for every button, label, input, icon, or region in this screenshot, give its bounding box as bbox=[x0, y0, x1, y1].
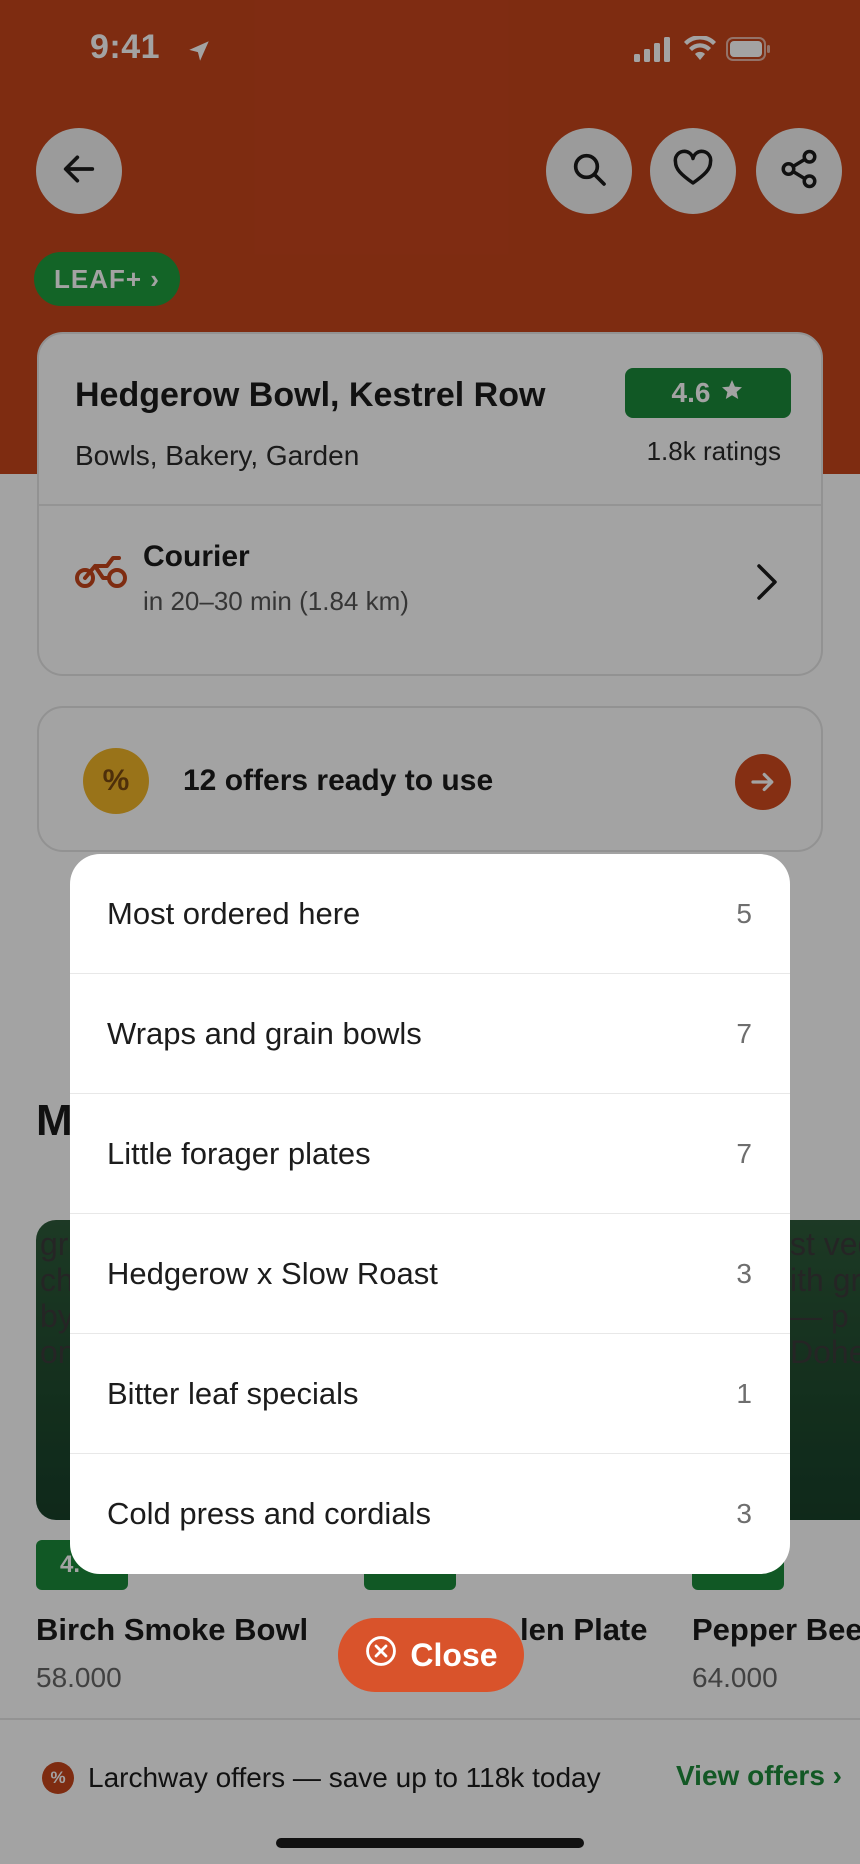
menu-category-count: 5 bbox=[736, 897, 752, 929]
menu-category-count: 3 bbox=[736, 1498, 752, 1529]
menu-category-item[interactable]: Cold press and cordials 3 bbox=[70, 1454, 790, 1574]
menu-category-count: 3 bbox=[736, 1257, 752, 1289]
menu-category-label: Little forager plates bbox=[107, 1135, 371, 1171]
close-menu-button[interactable]: Close bbox=[338, 1618, 524, 1692]
menu-category-count: 7 bbox=[736, 1017, 752, 1049]
menu-categories-sheet: Most ordered here 5 Wraps and grain bowl… bbox=[70, 854, 790, 1574]
menu-category-item[interactable]: Wraps and grain bowls 7 bbox=[70, 974, 790, 1094]
menu-category-label: Most ordered here bbox=[107, 895, 361, 931]
close-label: Close bbox=[410, 1636, 498, 1673]
menu-category-label: Bitter leaf specials bbox=[107, 1375, 359, 1411]
menu-category-item[interactable]: Hedgerow x Slow Roast 3 bbox=[70, 1214, 790, 1334]
menu-category-item[interactable]: Little forager plates 7 bbox=[70, 1094, 790, 1214]
menu-category-count: 1 bbox=[736, 1377, 752, 1409]
close-circle-icon bbox=[364, 1634, 398, 1676]
menu-category-count: 7 bbox=[736, 1137, 752, 1169]
menu-category-item[interactable]: Most ordered here 5 bbox=[70, 854, 790, 974]
menu-category-item[interactable]: Bitter leaf specials 1 bbox=[70, 1334, 790, 1454]
menu-category-label: Cold press and cordials bbox=[107, 1496, 431, 1531]
menu-category-label: Wraps and grain bowls bbox=[107, 1015, 422, 1051]
menu-category-label: Hedgerow x Slow Roast bbox=[107, 1255, 438, 1291]
